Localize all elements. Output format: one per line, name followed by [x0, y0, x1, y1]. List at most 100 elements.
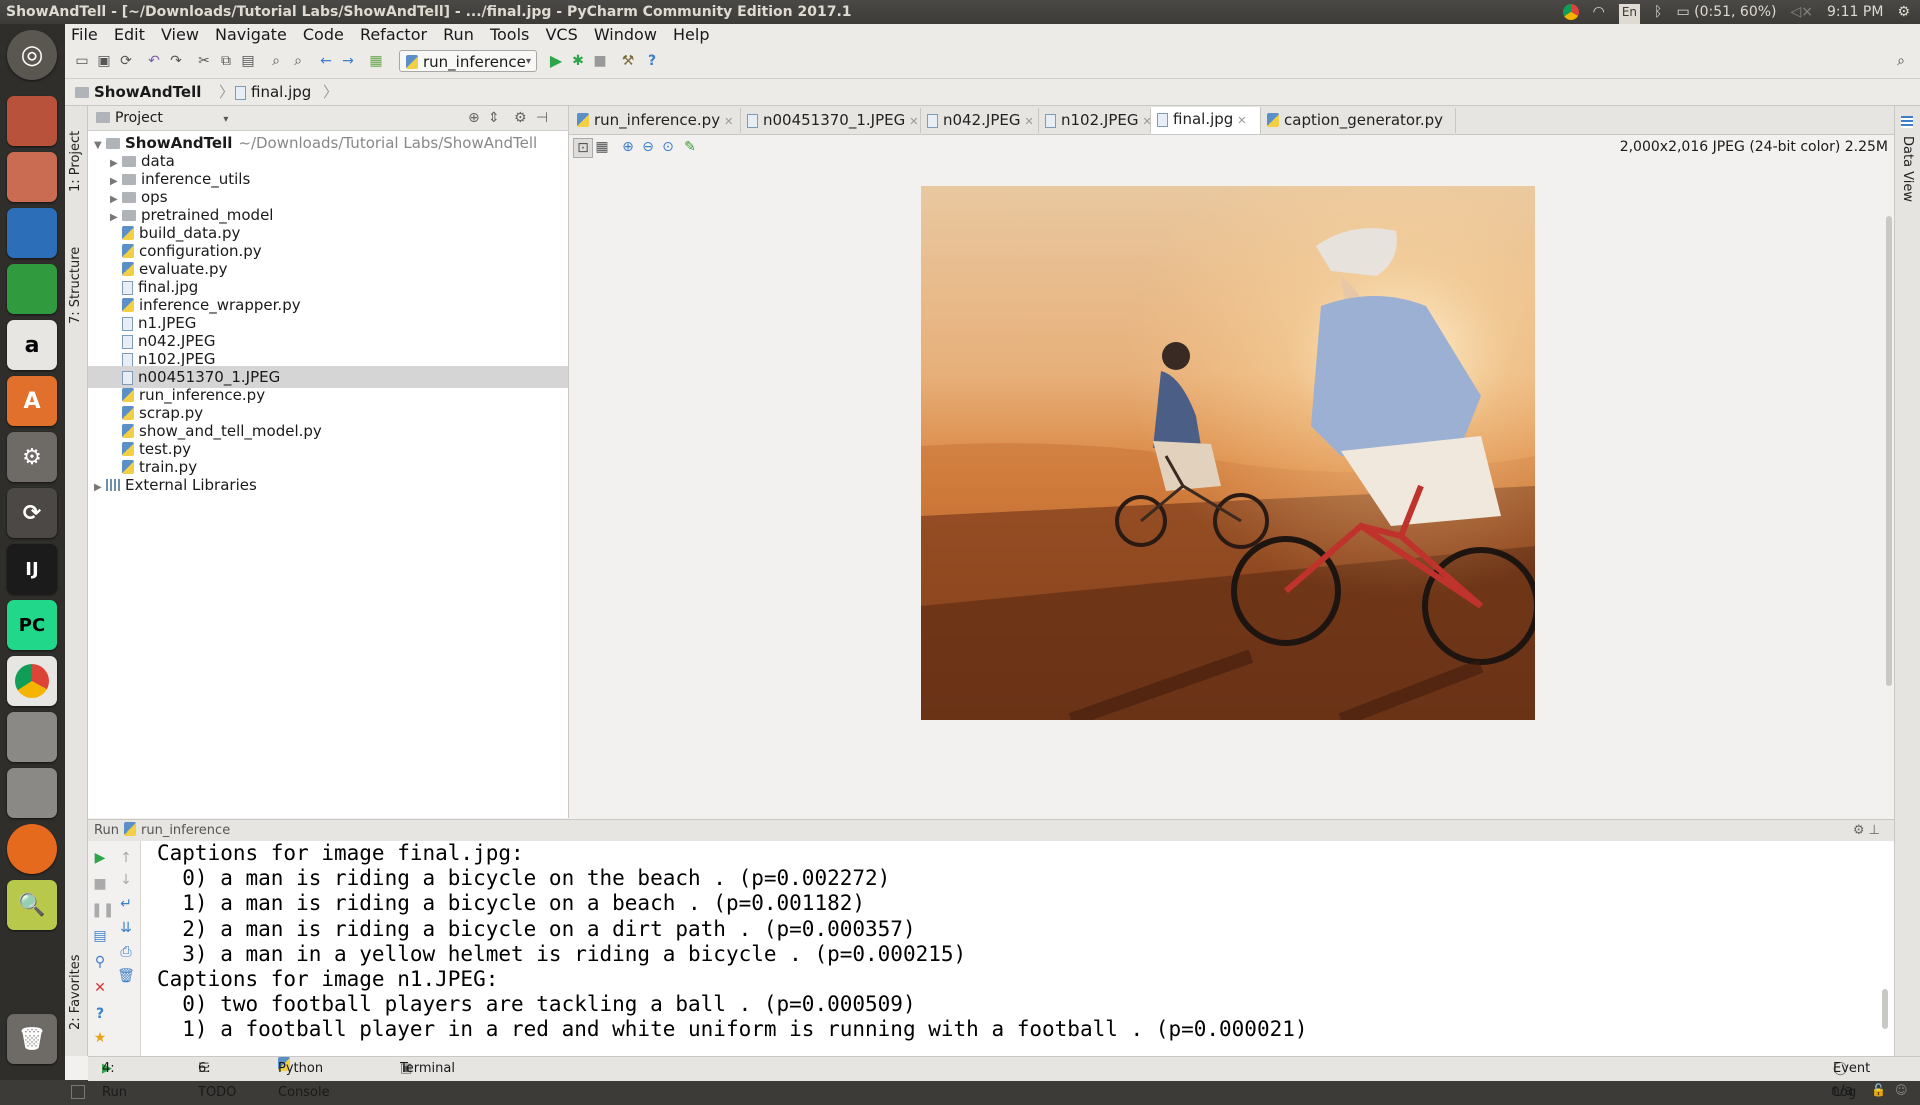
- copy-icon[interactable]: ⧉: [217, 52, 235, 70]
- toggle-tool-windows-icon[interactable]: [71, 1085, 85, 1099]
- editor-tab[interactable]: n00451370_1.JPEG ✕: [741, 108, 921, 133]
- tree-external-libraries[interactable]: ▶ External Libraries: [94, 474, 257, 496]
- hector-icon[interactable]: ☺: [1895, 1083, 1908, 1097]
- firefox-icon[interactable]: [7, 824, 57, 874]
- run-config-select[interactable]: run_inference ▾: [399, 50, 537, 72]
- stop-run-icon[interactable]: ■: [91, 875, 109, 893]
- paste-icon[interactable]: ▤: [239, 52, 257, 70]
- ubuntu-dash-icon[interactable]: ◎: [7, 30, 57, 80]
- menu-help[interactable]: Help: [673, 25, 709, 44]
- close-run-icon[interactable]: ✕: [91, 979, 109, 997]
- debug-icon[interactable]: ✱: [569, 52, 587, 70]
- back-icon[interactable]: ←: [317, 52, 335, 70]
- intellij-icon[interactable]: IJ: [7, 544, 57, 594]
- close-tab-icon[interactable]: ✕: [1237, 114, 1246, 127]
- volume-icon[interactable]: ◁×: [1791, 0, 1814, 24]
- search-everywhere-icon[interactable]: ⌕: [1892, 52, 1910, 70]
- close-tab-icon[interactable]: ✕: [724, 115, 733, 128]
- find-icon[interactable]: ⌕: [267, 52, 285, 70]
- menu-vcs[interactable]: VCS: [545, 25, 577, 44]
- lock-icon[interactable]: 🔓: [1871, 1083, 1886, 1097]
- amazon-icon[interactable]: a: [7, 320, 57, 370]
- favorites-star-icon[interactable]: ★: [91, 1029, 109, 1047]
- menu-edit[interactable]: Edit: [114, 25, 145, 44]
- bluetooth-icon[interactable]: ᛒ: [1654, 0, 1662, 24]
- chrome-icon[interactable]: [7, 656, 57, 706]
- build-icon[interactable]: ▦: [367, 52, 385, 70]
- expand-arrow-icon[interactable]: ▶: [94, 477, 106, 499]
- stop-icon[interactable]: ■: [591, 52, 609, 70]
- scroll-to-end-icon[interactable]: ⇊: [117, 919, 135, 937]
- sync-icon[interactable]: ⟳: [117, 52, 135, 70]
- run-config-tab[interactable]: run_inference: [124, 820, 230, 842]
- scroll-down-icon[interactable]: ↓: [117, 871, 135, 889]
- trash-icon[interactable]: 🗑: [7, 1014, 57, 1064]
- software-center-icon[interactable]: A: [7, 376, 57, 426]
- settings-gear-icon[interactable]: ⚙: [1897, 0, 1910, 24]
- gear-icon[interactable]: ⚙: [514, 106, 527, 130]
- menu-tools[interactable]: Tools: [490, 25, 529, 44]
- pycharm-icon[interactable]: PC: [7, 600, 57, 650]
- zoom-out-icon[interactable]: ⊖: [639, 138, 657, 156]
- data-view-tool-tab[interactable]: Data View: [1900, 136, 1915, 202]
- print-icon[interactable]: ⎙: [117, 943, 135, 961]
- project-view-select[interactable]: Project ▾: [96, 106, 228, 132]
- chrome-tray-icon[interactable]: [1562, 4, 1579, 20]
- editor-tab[interactable]: final.jpg ✕: [1151, 107, 1261, 134]
- editor-tab[interactable]: caption_generator.py: [1261, 108, 1456, 133]
- hide-icon[interactable]: ⊣: [536, 106, 548, 130]
- disk-2-icon[interactable]: [7, 768, 57, 818]
- favorites-tool-tab[interactable]: 2: Favorites: [68, 954, 83, 1030]
- menu-navigate[interactable]: Navigate: [215, 25, 287, 44]
- menu-file[interactable]: File: [71, 25, 98, 44]
- editor-tab[interactable]: n042.JPEG ✕: [921, 108, 1039, 133]
- menu-window[interactable]: Window: [594, 25, 657, 44]
- run-settings-icon[interactable]: ⚙ ⊥: [1853, 820, 1880, 842]
- writer-icon[interactable]: [7, 208, 57, 258]
- rerun-icon[interactable]: ▶: [91, 849, 109, 867]
- system-settings-icon[interactable]: ⚙: [7, 432, 57, 482]
- soft-wrap-icon[interactable]: ↵: [117, 895, 135, 913]
- image-scrollbar[interactable]: [1886, 216, 1892, 686]
- software-updater-icon[interactable]: ⟳: [7, 488, 57, 538]
- menu-view[interactable]: View: [161, 25, 199, 44]
- help-icon[interactable]: ?: [643, 52, 661, 70]
- editor-tab[interactable]: n102.JPEG ✕: [1039, 108, 1152, 133]
- calc-icon[interactable]: [7, 264, 57, 314]
- files-icon[interactable]: [7, 152, 57, 202]
- color-picker-icon[interactable]: ✎: [681, 138, 699, 156]
- menu-refactor[interactable]: Refactor: [360, 25, 427, 44]
- actual-size-icon[interactable]: ⊙: [659, 138, 677, 156]
- collapse-icon[interactable]: ⇕: [488, 106, 500, 130]
- pause-icon[interactable]: ❚❚: [91, 901, 114, 919]
- save-all-icon[interactable]: ▣: [95, 52, 113, 70]
- settings-icon[interactable]: ⚒: [619, 52, 637, 70]
- run-console-output[interactable]: Captions for image final.jpg: 0) a man i…: [141, 841, 1894, 1056]
- replace-icon[interactable]: ⌕: [289, 52, 307, 70]
- run-help-icon[interactable]: ?: [91, 1005, 109, 1023]
- close-tab-icon[interactable]: ✕: [909, 115, 918, 128]
- breadcrumb-file[interactable]: final.jpg: [235, 79, 311, 105]
- console-scrollbar[interactable]: [1882, 989, 1888, 1029]
- editor-tab[interactable]: run_inference.py ✕: [571, 108, 741, 133]
- restore-layout-icon[interactable]: ▤: [91, 927, 109, 945]
- keyboard-layout[interactable]: En: [1618, 4, 1641, 24]
- presentation-app-icon[interactable]: [7, 96, 57, 146]
- run-icon[interactable]: ▶: [547, 52, 565, 70]
- menu-run[interactable]: Run: [443, 25, 474, 44]
- battery-indicator[interactable]: ▭ (0:51, 60%): [1676, 0, 1776, 24]
- zoom-in-icon[interactable]: ⊕: [619, 138, 637, 156]
- pin-icon[interactable]: ⚲: [91, 953, 109, 971]
- clear-all-icon[interactable]: 🗑: [117, 967, 135, 985]
- structure-tool-tab[interactable]: 7: Structure: [68, 247, 83, 324]
- target-icon[interactable]: ⊕: [468, 106, 480, 130]
- menu-code[interactable]: Code: [303, 25, 344, 44]
- breadcrumb-project[interactable]: ShowAndTell: [75, 79, 201, 105]
- cut-icon[interactable]: ✂: [195, 52, 213, 70]
- clock[interactable]: 9:11 PM: [1827, 0, 1883, 24]
- disk-icon[interactable]: [7, 712, 57, 762]
- scroll-up-icon[interactable]: ↑: [117, 849, 135, 867]
- grid-icon[interactable]: ▦: [593, 138, 611, 156]
- redo-icon[interactable]: ↷: [167, 52, 185, 70]
- close-tab-icon[interactable]: ✕: [1024, 115, 1033, 128]
